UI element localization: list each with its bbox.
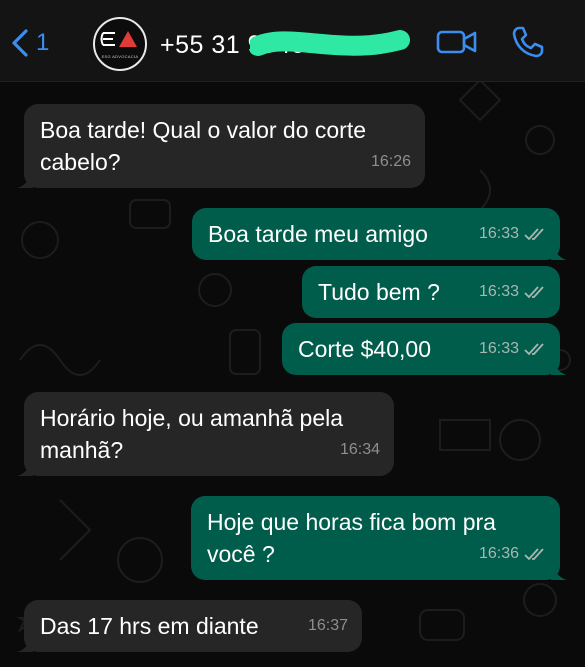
bubble-tail	[551, 357, 567, 375]
bubble-tail	[551, 242, 567, 260]
message-time: 16:26	[370, 153, 411, 170]
message-meta: 16:26	[371, 146, 411, 178]
message-bubble-incoming[interactable]: Horário hoje, ou amanhã pela manhã? 16:3…	[17, 392, 394, 476]
phone-call-icon[interactable]	[510, 24, 546, 60]
message-text: Boa tarde! Qual o valor do corte cabelo?	[40, 117, 367, 175]
message-time: 16:36	[478, 545, 519, 562]
double-check-icon	[524, 548, 544, 561]
redaction-mark	[250, 30, 410, 56]
message-time: 16:33	[478, 283, 519, 300]
unread-count: 1	[36, 29, 50, 56]
message-bubble-outgoing[interactable]: Boa tarde meu amigo 16:33	[192, 208, 567, 260]
chat-screen: 1 ESG ADVOCACIA +55 31 9940 Boa tarde! Q…	[0, 0, 585, 667]
contact-avatar[interactable]: ESG ADVOCACIA	[93, 17, 147, 71]
bubble-tail	[17, 458, 33, 476]
message-meta: 16:33	[479, 276, 546, 308]
message-text: Horário hoje, ou amanhã pela manhã?	[40, 405, 344, 463]
video-call-icon[interactable]	[436, 27, 478, 57]
avatar-label: ESG ADVOCACIA	[101, 54, 139, 59]
avatar-logo	[100, 31, 137, 47]
message-meta: 16:37	[308, 610, 348, 642]
bubble-tail	[17, 170, 33, 188]
message-meta: 16:33	[479, 333, 546, 365]
bubble-tail	[17, 634, 33, 652]
chevron-left-icon	[12, 29, 28, 57]
message-text: Das 17 hrs em diante	[40, 613, 259, 639]
back-button[interactable]: 1	[10, 26, 70, 60]
message-meta: 16:34	[340, 434, 380, 466]
double-check-icon	[524, 343, 544, 356]
message-meta: 16:33	[479, 218, 546, 250]
message-time: 16:33	[478, 225, 519, 242]
message-bubble-outgoing[interactable]: Hoje que horas fica bom pra você ? 16:36	[191, 496, 567, 580]
double-check-icon	[524, 228, 544, 241]
message-time: 16:34	[339, 441, 380, 458]
message-bubble-incoming[interactable]: Das 17 hrs em diante 16:37	[17, 600, 362, 652]
message-bubble-incoming[interactable]: Boa tarde! Qual o valor do corte cabelo?…	[17, 104, 425, 188]
message-bubble-outgoing[interactable]: Corte $40,00 16:33	[282, 323, 567, 375]
chat-header: 1 ESG ADVOCACIA +55 31 9940	[0, 0, 585, 82]
bubble-tail	[551, 562, 567, 580]
double-check-icon	[524, 286, 544, 299]
message-meta: 16:36	[479, 538, 546, 570]
message-bubble-outgoing[interactable]: Tudo bem ? 16:33	[302, 266, 560, 318]
message-time: 16:33	[478, 340, 519, 357]
message-time: 16:37	[307, 617, 348, 634]
